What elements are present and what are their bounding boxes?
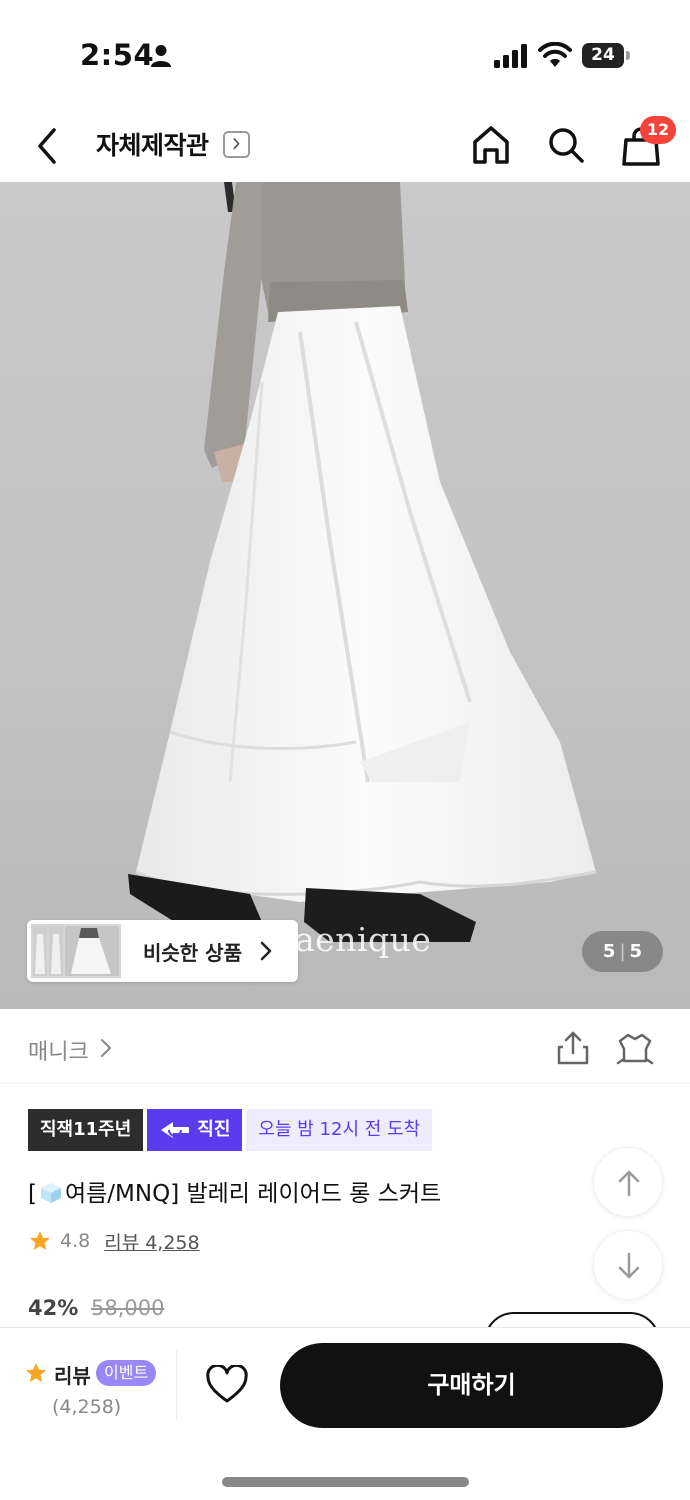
product-title-text: 여름/MNQ] 발레리 레이어드 롱 스커트 <box>64 1181 442 1207</box>
product-title-bracket: [ <box>28 1181 37 1207</box>
status-time: 2:54 <box>80 38 155 72</box>
discount-rate: 42% <box>28 1296 79 1320</box>
heart-icon[interactable] <box>205 1365 249 1405</box>
direct-delivery-label: 직진 <box>197 1119 231 1140</box>
similar-products-thumbnail <box>31 924 121 978</box>
rating-row: 4.8 리뷰 4,258 <box>28 1226 200 1256</box>
chevron-right-icon[interactable] <box>99 1037 113 1059</box>
back-icon[interactable] <box>30 124 66 168</box>
home-icon[interactable] <box>470 122 512 168</box>
page-current: 5 <box>602 941 616 962</box>
brand-watermark: aenique <box>295 920 432 959</box>
rating-value: 4.8 <box>60 1230 91 1252</box>
ice-cube-icon <box>40 1183 61 1203</box>
scroll-top-button[interactable] <box>593 1147 663 1217</box>
similar-products-button[interactable]: 비슷한 상품 <box>27 920 298 982</box>
direct-delivery-icon <box>161 1122 190 1138</box>
battery-icon: 24 <box>582 43 630 68</box>
review-count-link[interactable]: 리뷰 4,258 <box>104 1228 199 1255</box>
arrow-up-icon <box>618 1170 640 1197</box>
nav-bar: 자체제작관 <box>0 110 690 182</box>
direct-delivery-tag: 직진 <box>147 1109 243 1151</box>
similar-products-label: 비슷한 상품 <box>143 941 242 965</box>
product-image[interactable]: aenique 비슷한 상품 5 | 5 <box>0 182 690 1009</box>
share-icon[interactable] <box>555 1029 591 1067</box>
signal-icon <box>494 44 527 68</box>
event-badge: 이벤트 <box>96 1360 157 1386</box>
review-summary-button[interactable]: 리뷰 이벤트 (4,258) <box>24 1358 164 1418</box>
chevron-right-icon[interactable] <box>223 131 250 158</box>
review-label: 리뷰 <box>54 1364 91 1388</box>
arrow-down-icon <box>618 1252 640 1279</box>
price-row: 42% 58,000 <box>28 1296 164 1320</box>
product-tags: 직잭11주년 직진 오늘 밤 12시 전 도착 <box>28 1109 433 1151</box>
search-icon[interactable] <box>545 122 587 168</box>
wifi-icon <box>538 42 572 67</box>
anniversary-tag: 직잭11주년 <box>28 1109 144 1151</box>
scroll-bottom-button[interactable] <box>593 1230 663 1300</box>
product-title: [ 여름/MNQ] 발레리 레이어드 롱 스커트 <box>28 1174 441 1208</box>
delivery-time-tag: 오늘 밤 12시 전 도착 <box>246 1109 433 1151</box>
star-icon <box>30 1231 50 1250</box>
nav-title[interactable]: 자체제작관 <box>96 126 209 162</box>
person-icon <box>151 45 171 67</box>
brand-link[interactable]: 매니크 <box>28 1034 89 1066</box>
brand-row: 매니크 <box>0 1009 690 1084</box>
bottom-action-bar: 리뷰 이벤트 (4,258) 구매하기 <box>0 1327 690 1500</box>
original-price: 58,000 <box>90 1296 165 1320</box>
status-bar: 2:54 24 <box>0 0 690 110</box>
chevron-right-icon <box>260 941 272 961</box>
divider <box>176 1350 177 1420</box>
battery-level: 24 <box>582 43 624 68</box>
star-icon <box>26 1363 46 1382</box>
page-total: 5 <box>629 941 643 962</box>
cart-count-badge: 12 <box>640 116 676 144</box>
product-photo <box>128 182 597 942</box>
home-indicator <box>222 1477 469 1487</box>
image-page-indicator: 5 | 5 <box>582 931 663 972</box>
buy-button[interactable]: 구매하기 <box>280 1343 663 1428</box>
fitting-room-icon[interactable] <box>616 1029 654 1067</box>
review-count: (4,258) <box>52 1396 122 1418</box>
